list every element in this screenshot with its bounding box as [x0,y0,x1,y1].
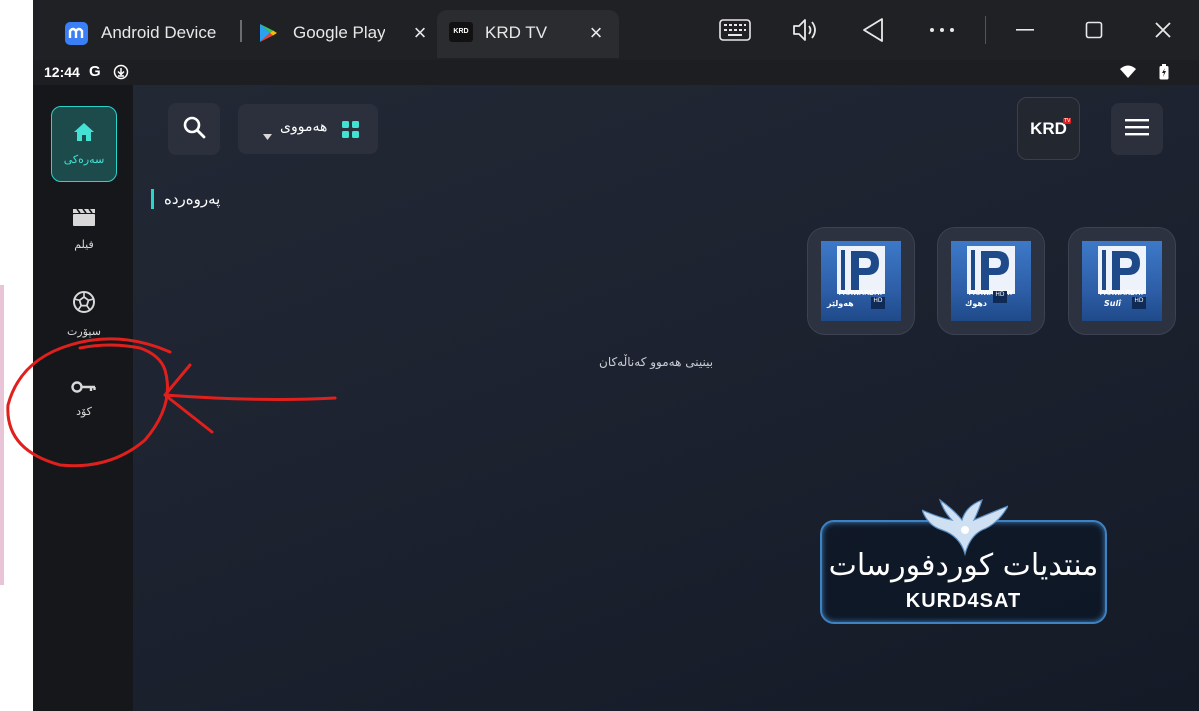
channel-city: هەولێر [827,299,854,308]
parwarday-p-icon [1098,246,1146,294]
channel-city: دهوك [965,299,987,308]
parwarday-p-icon [967,246,1015,294]
channel-logo: PARWARDAY هەولێر HD [821,241,901,321]
keyboard-icon[interactable] [719,14,751,46]
view-all-channels-link[interactable]: بینینی هەموو کەناڵەکان [599,355,713,369]
rail-item-label: سپۆرت [67,325,101,338]
back-icon[interactable] [857,14,889,46]
channel-name: PARWARDAY [1099,290,1145,297]
android-status-bar: 12:44 G [33,60,1199,85]
tab-google-play[interactable]: Google Play × [245,10,426,58]
rail-item-label: فیلم [74,238,94,251]
key-icon [71,380,97,397]
close-tab-icon[interactable]: × [585,22,607,44]
more-icon[interactable] [926,14,958,46]
wifi-icon [1119,65,1137,82]
google-icon: G [89,63,101,80]
tab-label: Google Play [293,23,385,42]
logo-badge: TV [1063,118,1072,124]
grid-icon [342,121,359,142]
parwarday-p-icon [837,246,885,294]
app-logo-icon [65,22,88,45]
krd-tv-logo: KRD TV [1017,97,1080,160]
rail-item-label: سەرەکی [63,153,105,166]
hd-badge: HD [871,297,885,309]
desktop-edge [0,285,4,585]
filter-label: هەمووی [280,119,328,135]
football-icon [72,290,96,317]
tab-label: Android Device [101,23,217,42]
channel-name: PARWARDAY [838,290,884,297]
channel-logo: PARWARDAY Sulî HD [1082,241,1162,321]
google-play-icon [257,22,279,44]
hd-badge: HD [1132,297,1146,309]
desktop-strip [0,0,33,711]
volume-icon[interactable] [789,14,821,46]
menu-button[interactable] [1111,103,1163,155]
tab-krd-tv[interactable]: KRD KRD TV × [437,10,619,58]
home-icon [73,122,95,145]
channel-card[interactable]: PARWARDAY دهوك HD [937,227,1045,335]
close-tab-icon[interactable]: × [409,22,431,44]
channel-name: PARWARDAY [968,290,1014,297]
channel-logo: PARWARDAY دهوك HD [951,241,1031,321]
watermark-arabic: منتديات كوردفورسات [828,548,1099,583]
rail-item-home[interactable]: سەرەکی [51,106,117,182]
title-bar: Android Device Google Play × KRD KRD TV … [33,0,1199,60]
rail-item-movies[interactable]: فیلم [51,191,117,267]
minimize-icon[interactable] [1009,14,1041,46]
watermark-english: KURD4SAT [905,590,1022,612]
category-filter[interactable]: هەمووی [238,104,378,154]
download-icon [113,64,129,83]
search-icon [182,115,206,143]
tab-divider [240,20,242,42]
channel-card[interactable]: PARWARDAY هەولێر HD [807,227,915,335]
navigation-rail: سەرەکی فیلم سپۆرت کۆد [33,85,133,711]
kurd4sat-watermark: منتديات كوردفورسات KURD4SAT [820,498,1107,624]
rail-item-code[interactable]: کۆد [51,361,117,437]
battery-icon [1159,64,1169,83]
krd-logo-icon: KRD [449,22,473,42]
rail-item-label: کۆد [76,405,92,418]
tab-label: KRD TV [485,23,548,42]
section-title: پەروەردە [164,190,221,208]
section-accent [151,189,154,209]
channel-card[interactable]: PARWARDAY Sulî HD [1068,227,1176,335]
tab-android-device[interactable]: Android Device [33,10,238,58]
hd-badge: HD [993,291,1007,303]
logo-text: KRD [1030,118,1067,138]
home-content: هەمووی KRD TV پەروەردە PARWARDAY هەولێر … [133,85,1199,711]
hamburger-icon [1125,118,1149,140]
movie-icon [72,207,96,230]
controls-divider [985,16,986,44]
clock: 12:44 [44,64,80,80]
chevron-down-icon [263,125,272,144]
close-icon[interactable] [1147,14,1179,46]
rail-item-sports[interactable]: سپۆرت [51,276,117,352]
channel-city: Sulî [1104,299,1121,308]
search-button[interactable] [168,103,220,155]
emulator-window: Android Device Google Play × KRD KRD TV … [33,0,1199,711]
maximize-icon[interactable] [1078,14,1110,46]
